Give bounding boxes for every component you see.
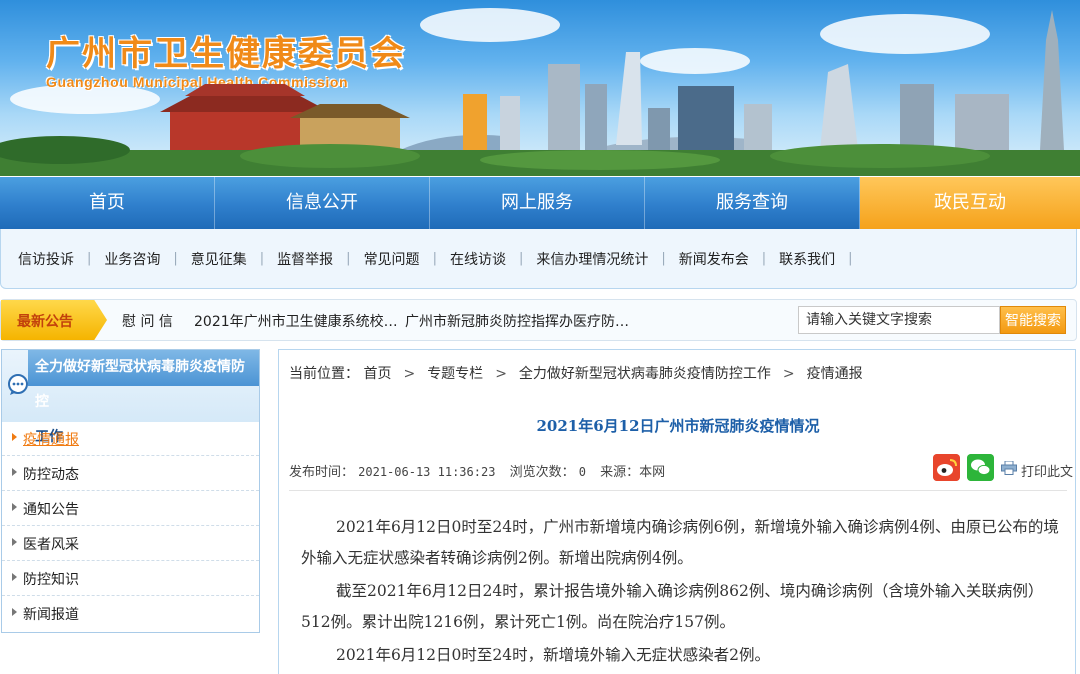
sidebar-item-label: 医者风采 — [23, 537, 79, 553]
main-nav: 首页 信息公开 网上服务 服务查询 政民互动 — [0, 177, 1080, 229]
notice-bar: 最新公告 慰 问 信 2021年广州市卫生健康系统校… 广州市新冠肺炎防控指挥办… — [0, 299, 1077, 341]
triangle-right-icon — [12, 468, 17, 476]
subnav-item[interactable]: 在线访谈 — [437, 249, 519, 269]
notice-label: 最新公告 — [1, 300, 107, 340]
sidebar-item-prevention-knowledge[interactable]: 防控知识 — [2, 561, 259, 596]
notice-link[interactable]: 2021年广州市卫生健康系统校… — [194, 311, 398, 331]
weibo-icon[interactable] — [933, 454, 960, 481]
sidebar-item-label: 通知公告 — [23, 502, 79, 518]
sidebar-item-epidemic-report[interactable]: 疫情通报 — [2, 421, 259, 456]
breadcrumb-item[interactable]: 首页 — [363, 366, 391, 382]
wechat-icon[interactable] — [967, 454, 994, 481]
article-meta: 发布时间： 2021-06-13 11:36:23 浏览次数： 0 来源：本网 — [289, 461, 665, 480]
nav-info-disclosure[interactable]: 信息公开 — [215, 177, 430, 229]
publish-time: 2021-06-13 11:36:23 — [358, 465, 496, 479]
header-banner: 广州市卫生健康委员会 Guangzhou Municipal Health Co… — [0, 0, 1080, 176]
city-skyline-illustration — [0, 10, 1080, 176]
views-count: 0 — [578, 465, 586, 479]
article-title: 2021年6月12日广州市新冠肺炎疫情情况 — [536, 417, 820, 435]
sidebar-item-notices[interactable]: 通知公告 — [2, 491, 259, 526]
subnav-item[interactable]: 业务咨询 — [91, 249, 173, 269]
sidebar-heading-line1: 全力做好新型冠状病毒肺炎疫情防控 — [35, 359, 245, 410]
views-label: 浏览次数： — [509, 465, 575, 480]
triangle-right-icon — [12, 433, 17, 441]
nav-home[interactable]: 首页 — [0, 177, 215, 229]
sidebar-item-medical-staff[interactable]: 医者风采 — [2, 526, 259, 561]
breadcrumb-item[interactable]: 疫情通报 — [807, 366, 863, 382]
breadcrumb-item[interactable]: 专题专栏 — [427, 366, 483, 382]
notice-link[interactable]: 慰 问 信 — [122, 311, 173, 331]
printer-icon[interactable] — [1001, 461, 1017, 475]
sidebar-item-news-reports[interactable]: 新闻报道 — [2, 596, 259, 631]
sidebar: 全力做好新型冠状病毒肺炎疫情防控 工作 疫情通报 防控动态 通知公告 医者风采 … — [1, 349, 260, 633]
article-paragraph: 2021年6月12日0时至24时，新增境外输入无症状感染者2例。 — [336, 646, 770, 664]
breadcrumb-separator: > — [782, 366, 795, 382]
article-panel: 当前位置： 首页 > 专题专栏 > 全力做好新型冠状病毒肺炎疫情防控工作 > 疫情通报 20… — [278, 349, 1076, 674]
nav-online-services[interactable]: 网上服务 — [430, 177, 645, 229]
article-paragraph: 截至2021年6月12日24时，累计报告境外输入确诊病例862例、境内确诊病例（… — [301, 582, 1044, 631]
nav-public-interaction[interactable]: 政民互动 — [860, 177, 1080, 229]
subnav-item[interactable]: 常见问题 — [351, 249, 433, 269]
sidebar-item-label: 防控知识 — [23, 572, 79, 588]
sidebar-item-label: 防控动态 — [23, 467, 79, 483]
breadcrumb: 当前位置： 首页 > 专题专栏 > 全力做好新型冠状病毒肺炎疫情防控工作 > 疫情通报 — [289, 363, 863, 383]
breadcrumb-separator: > — [495, 366, 507, 382]
triangle-right-icon — [12, 503, 17, 511]
print-link[interactable]: 打印此文 — [1021, 461, 1073, 480]
notice-link[interactable]: 广州市新冠肺炎防控指挥办医疗防… — [405, 311, 629, 331]
breadcrumb-prefix: 当前位置： — [289, 366, 359, 382]
sidebar-item-label: 疫情通报 — [23, 432, 79, 448]
subnav-item[interactable]: 来信办理情况统计 — [523, 249, 661, 269]
search-button[interactable]: 智能搜索 — [1000, 306, 1066, 334]
subnav-item[interactable]: 联系我们 — [766, 249, 848, 269]
article-paragraph: 2021年6月12日0时至24时，广州市新增境内确诊病例6例，新增境外输入确诊病… — [301, 518, 1059, 567]
subnav-item[interactable]: 意见征集 — [178, 249, 260, 269]
subnav-item[interactable]: 信访投诉 — [5, 249, 87, 269]
subnav-separator: | — [848, 251, 853, 266]
subnav-item[interactable]: 新闻发布会 — [666, 249, 762, 269]
sidebar-item-prevention-news[interactable]: 防控动态 — [2, 456, 259, 491]
publish-time-label: 发布时间： — [289, 465, 355, 480]
source-label: 来源： — [600, 465, 640, 480]
sidebar-heading: 全力做好新型冠状病毒肺炎疫情防控 工作 — [2, 350, 259, 445]
source-value: 本网 — [639, 465, 666, 480]
chat-bubble-icon — [8, 374, 28, 395]
sidebar-item-label: 新闻报道 — [23, 607, 79, 623]
triangle-right-icon — [12, 573, 17, 581]
triangle-right-icon — [12, 538, 17, 546]
breadcrumb-item[interactable]: 全力做好新型冠状病毒肺炎疫情防控工作 — [519, 366, 771, 382]
notice-label-text: 最新公告 — [17, 314, 73, 330]
triangle-right-icon — [12, 608, 17, 616]
nav-service-query[interactable]: 服务查询 — [645, 177, 860, 229]
breadcrumb-separator: > — [403, 366, 416, 382]
meta-divider — [289, 490, 1067, 491]
sub-nav: 信访投诉 | 业务咨询 | 意见征集 | 监督举报 | 常见问题 | 在线访谈 | 来信办理… — [0, 229, 1077, 289]
search-input[interactable] — [798, 306, 1000, 334]
subnav-item[interactable]: 监督举报 — [264, 249, 346, 269]
